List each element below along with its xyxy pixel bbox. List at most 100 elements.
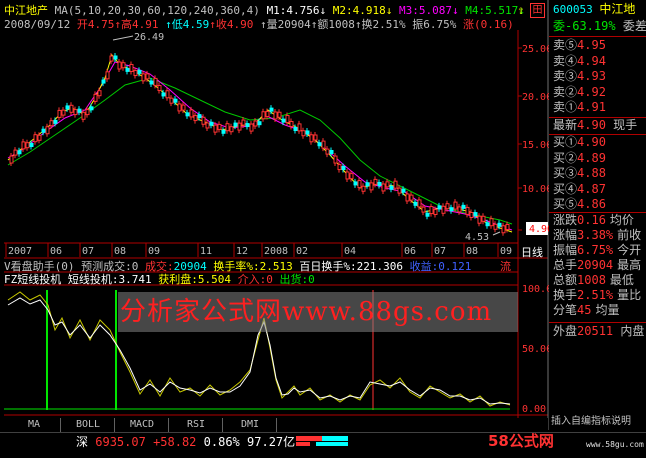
order-row[interactable]: 卖③4.93: [553, 69, 606, 84]
stat-label: 总手: [553, 258, 578, 272]
indicator-tab-macd[interactable]: MACD: [116, 418, 169, 432]
stat-row: 总额1008 最低: [553, 273, 634, 288]
panel-stock-code: 600053: [553, 3, 593, 16]
buy-orders: 买①4.90 买②4.89 买③4.88 买④4.87 买⑤4.86: [553, 135, 646, 213]
candle: [465, 206, 470, 215]
candle: [269, 107, 274, 112]
outer-label: 外盘: [553, 324, 578, 338]
candle: [133, 70, 138, 77]
candle: [185, 112, 190, 117]
date-axis-label: 07: [82, 246, 94, 257]
panel-bottom-text: 插入自编指标说明: [551, 416, 631, 427]
order-price: 4.87: [577, 181, 606, 196]
market-breadth-bar: [296, 436, 348, 446]
candle: [237, 122, 242, 131]
candle: [253, 120, 258, 127]
indicator-tab-dmi[interactable]: DMI: [224, 418, 277, 432]
stat-row: 涨幅3.38% 前收: [553, 228, 641, 243]
order-label: 买①: [553, 135, 578, 149]
candle: [493, 223, 498, 230]
index-pct: 0.86%: [203, 435, 240, 449]
candle: [441, 205, 446, 214]
candle: [217, 123, 222, 130]
order-row[interactable]: 卖②4.92: [553, 85, 606, 100]
candle: [285, 115, 290, 123]
stat-row: 涨跌0.16 均价: [553, 213, 634, 228]
indicator2-row: FZ短线投机 短线投机:3.741 获利盘:5.504 介入:0 出货:0: [4, 273, 315, 286]
candle: [481, 215, 486, 222]
candle: [257, 121, 262, 126]
candle: [9, 155, 14, 164]
candle: [209, 121, 214, 126]
indicator-tab-boll[interactable]: BOLL: [62, 418, 115, 432]
candle: [221, 129, 226, 134]
indicator1-flow: 流: [500, 260, 511, 273]
indicator1-hundred-value: 221.306: [356, 260, 403, 273]
indicator-tab-rsi[interactable]: RSI: [170, 418, 223, 432]
stat-tail: 均价: [609, 213, 634, 227]
order-row[interactable]: 买⑤4.86: [553, 197, 606, 212]
order-row[interactable]: 买①4.90: [553, 135, 606, 150]
stat-tail: 最高: [617, 258, 642, 272]
period-label[interactable]: 日线: [521, 246, 543, 259]
candle: [477, 215, 482, 224]
order-price: 4.90: [577, 135, 606, 149]
candle: [165, 90, 170, 99]
candle: [385, 181, 390, 188]
candle: [261, 111, 266, 120]
order-label: 买④: [553, 181, 578, 196]
candle: [33, 134, 38, 143]
order-row[interactable]: 买③4.88: [553, 166, 606, 181]
candle: [293, 127, 298, 131]
order-price: 4.91: [577, 100, 606, 114]
candle: [85, 109, 90, 116]
date-axis-label: 09: [500, 246, 512, 257]
candle: [289, 121, 294, 127]
candle: [341, 166, 346, 170]
high-annotation: 26.49: [134, 32, 164, 43]
candle: [325, 148, 330, 155]
order-row[interactable]: 买②4.89: [553, 151, 606, 166]
stat-label: 涨幅: [553, 228, 578, 242]
candle: [105, 71, 110, 80]
candle: [141, 73, 146, 82]
indicator2-short-label: 短线投机:: [67, 273, 119, 286]
candle: [429, 206, 434, 215]
candle: [121, 62, 126, 69]
candle: [241, 119, 246, 126]
candle: [57, 109, 62, 118]
candle: [413, 201, 418, 206]
stat-value: 2.51%: [577, 288, 614, 302]
low-annotation: 4.53: [465, 232, 489, 243]
latest-tail: 现手: [613, 118, 638, 132]
stat-value: 6.75%: [577, 243, 614, 257]
candle: [129, 63, 134, 72]
index-quote[interactable]: 深 6935.07 +58.82 0.86% 97.27亿: [76, 436, 295, 449]
latest-label: 最新: [553, 118, 578, 132]
candle: [329, 150, 334, 154]
order-row[interactable]: 卖④4.94: [553, 54, 606, 69]
order-label: 卖③: [553, 69, 578, 83]
stat-tail: 最低: [609, 273, 634, 287]
stat-row: 分笔45 均量: [553, 303, 619, 318]
candle: [125, 67, 130, 72]
stat-value: 1008: [577, 273, 606, 287]
candle: [177, 103, 182, 112]
inner-label: 内盘: [620, 324, 645, 338]
order-label: 卖④: [553, 53, 578, 68]
order-row[interactable]: 卖①4.91: [553, 100, 606, 115]
stat-value: 20904: [577, 258, 614, 272]
index-value: 6935.07: [95, 435, 146, 449]
order-row[interactable]: 卖⑤4.95: [553, 38, 606, 53]
ma-green-line: [7, 77, 513, 225]
date-axis-label: 02: [296, 246, 308, 257]
candle: [301, 130, 306, 137]
candle: [425, 212, 430, 217]
indicator-tab-ma[interactable]: MA: [8, 418, 61, 432]
candle: [309, 134, 314, 143]
order-label: 卖②: [553, 84, 578, 99]
order-book-panel: 600053 中江地 委-63.19% 委差 卖⑤4.95 卖④4.94 卖③4.9…: [549, 0, 646, 432]
indicator2-short-value: 3.741: [118, 273, 152, 286]
candle: [265, 110, 270, 117]
order-row[interactable]: 买④4.87: [553, 182, 606, 197]
